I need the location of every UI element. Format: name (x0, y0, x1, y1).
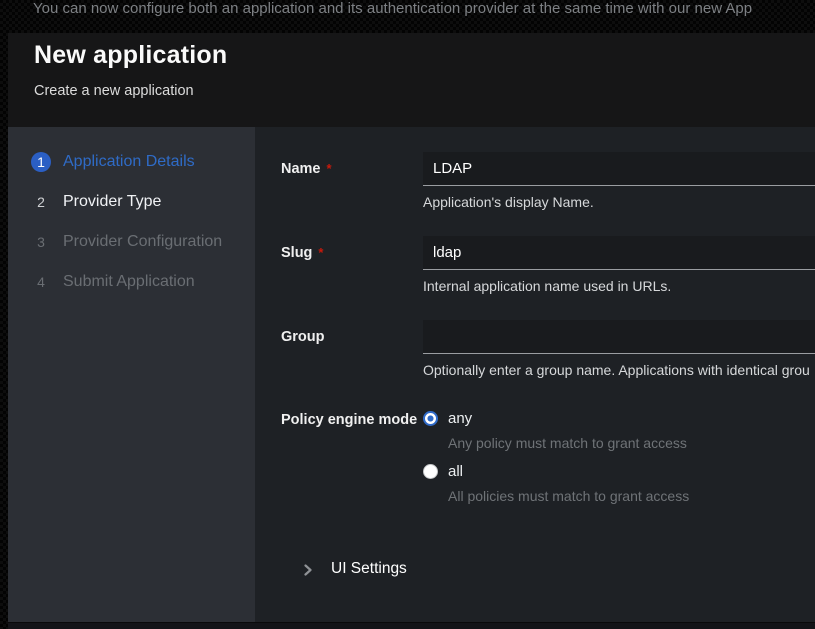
slug-field: Internal application name used in URLs. (423, 236, 815, 294)
ui-settings-label: UI Settings (331, 560, 407, 578)
step-provider-configuration: 3 Provider Configuration (8, 222, 255, 262)
policy-engine-mode-options: any Any policy must match to grant acces… (423, 404, 815, 516)
wizard-step-nav: 1 Application Details 2 Provider Type 3 … (8, 127, 255, 622)
policy-mode-any-label: any (448, 410, 472, 427)
required-asterisk: * (318, 245, 323, 260)
banner-text: You can now configure both an applicatio… (33, 0, 815, 20)
policy-mode-all-option: all All policies must match to grant acc… (423, 463, 815, 504)
ui-settings-expander[interactable]: UI Settings (302, 560, 815, 578)
policy-mode-any-help: Any policy must match to grant access (448, 435, 815, 451)
page-title: New application (34, 41, 789, 70)
step-application-details[interactable]: 1 Application Details (8, 142, 255, 182)
policy-mode-all-help: All policies must match to grant access (448, 488, 815, 504)
modal-header: New application Create a new application (8, 33, 815, 127)
step-label: Provider Configuration (63, 233, 222, 251)
name-input[interactable] (423, 152, 815, 186)
wizard-footer-edge (8, 622, 815, 629)
page-subtitle: Create a new application (34, 83, 789, 99)
slug-help-text: Internal application name used in URLs. (423, 278, 815, 294)
name-field-row: Name* Application's display Name. (281, 152, 815, 210)
name-field: Application's display Name. (423, 152, 815, 210)
radio-unchecked-icon[interactable] (423, 464, 438, 479)
group-input[interactable] (423, 320, 815, 354)
policy-mode-any-radio[interactable]: any (423, 410, 815, 427)
required-asterisk: * (327, 161, 332, 176)
group-field: Optionally enter a group name. Applicati… (423, 320, 815, 378)
slug-label: Slug* (281, 236, 423, 294)
chevron-right-icon (302, 563, 314, 575)
step-submit-application: 4 Submit Application (8, 262, 255, 302)
step-number: 3 (31, 232, 51, 252)
name-label: Name* (281, 152, 423, 210)
policy-mode-all-label: all (448, 463, 463, 480)
step-label: Application Details (63, 153, 195, 171)
slug-input[interactable] (423, 236, 815, 270)
group-label: Group (281, 320, 423, 378)
application-details-form: Name* Application's display Name. Slug* … (255, 127, 815, 622)
step-number: 4 (31, 272, 51, 292)
slug-field-row: Slug* Internal application name used in … (281, 236, 815, 294)
policy-engine-mode-row: Policy engine mode* any Any policy must … (281, 404, 815, 516)
policy-mode-any-option: any Any policy must match to grant acces… (423, 410, 815, 451)
group-help-text: Optionally enter a group name. Applicati… (423, 362, 815, 378)
modal-body: 1 Application Details 2 Provider Type 3 … (8, 127, 815, 622)
step-label: Provider Type (63, 193, 161, 211)
step-label: Submit Application (63, 273, 195, 291)
policy-mode-all-radio[interactable]: all (423, 463, 815, 480)
step-number-badge: 1 (31, 152, 51, 172)
step-provider-type[interactable]: 2 Provider Type (8, 182, 255, 222)
policy-engine-mode-label: Policy engine mode* (281, 404, 423, 516)
step-number: 2 (31, 192, 51, 212)
group-field-row: Group Optionally enter a group name. App… (281, 320, 815, 378)
radio-checked-icon[interactable] (423, 411, 438, 426)
name-help-text: Application's display Name. (423, 194, 815, 210)
new-application-modal: New application Create a new application… (8, 33, 815, 629)
